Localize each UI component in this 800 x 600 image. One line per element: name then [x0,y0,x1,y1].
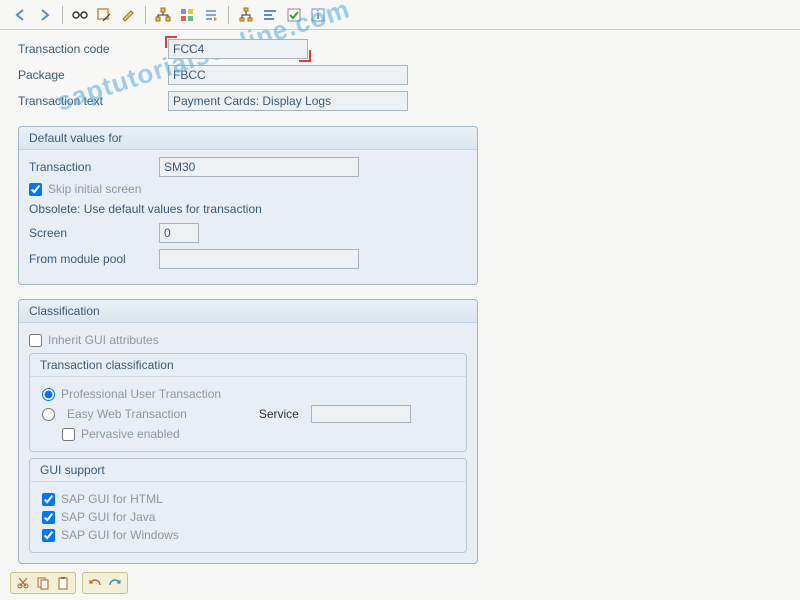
dv-transaction-input[interactable]: SM30 [159,157,359,177]
svg-text:i: i [316,8,319,22]
gui-java-checkbox[interactable] [42,511,55,524]
display-change-icon[interactable] [93,4,115,26]
service-label: Service [259,407,299,421]
transaction-classification-box: Transaction classification Professional … [29,353,467,452]
easy-web-label: Easy Web Transaction [67,407,187,421]
classification-group: Classification Inherit GUI attributes Tr… [18,299,478,564]
back-icon[interactable] [10,4,32,26]
where-used-icon[interactable] [152,4,174,26]
glasses-icon[interactable] [69,4,91,26]
bottom-toolbar [10,572,128,594]
screen-label: Screen [29,226,159,240]
gui-support-title: GUI support [30,459,466,482]
paste-icon[interactable] [54,575,72,591]
gui-windows-checkbox[interactable] [42,529,55,542]
pervasive-label: Pervasive enabled [81,427,180,441]
toolbar-separator [145,6,146,24]
skip-initial-label: Skip initial screen [48,182,141,196]
dv-transaction-label: Transaction [29,160,159,174]
gui-html-checkbox[interactable] [42,493,55,506]
easy-web-radio[interactable] [42,408,55,421]
default-values-group: Default values for Transaction SM30 Skip… [18,126,478,285]
skip-initial-checkbox[interactable] [29,183,42,196]
navigate-icon[interactable] [200,4,222,26]
default-values-title: Default values for [19,127,477,150]
inherit-label: Inherit GUI attributes [48,333,159,347]
pervasive-checkbox[interactable] [62,428,75,441]
module-pool-input[interactable] [159,249,359,269]
transaction-code-input[interactable]: FCC4 [168,39,308,59]
edit-icon[interactable] [117,4,139,26]
cut-icon[interactable] [14,575,32,591]
professional-label: Professional User Transaction [61,387,221,401]
align-icon[interactable] [259,4,281,26]
object-list-icon[interactable] [176,4,198,26]
gui-support-box: GUI support SAP GUI for HTML SAP GUI for… [29,458,467,553]
screen-input[interactable]: 0 [159,223,199,243]
gui-java-label: SAP GUI for Java [61,510,155,524]
check-icon[interactable] [283,4,305,26]
transaction-code-label: Transaction code [18,42,168,56]
trans-class-title: Transaction classification [30,354,466,377]
gui-html-label: SAP GUI for HTML [61,492,163,506]
inherit-checkbox[interactable] [29,334,42,347]
package-label: Package [18,68,168,82]
forward-icon[interactable] [34,4,56,26]
transaction-text-label: Transaction text [18,94,168,108]
classification-title: Classification [19,300,477,323]
toolbar-separator [62,6,63,24]
package-input[interactable]: FBCC [168,65,408,85]
redo-icon[interactable] [106,575,124,591]
gui-windows-label: SAP GUI for Windows [61,528,179,542]
info-icon[interactable]: i [307,4,329,26]
obsolete-text: Obsolete: Use default values for transac… [29,202,467,216]
professional-radio[interactable] [42,388,55,401]
undo-icon[interactable] [86,575,104,591]
main-toolbar: i [0,0,800,30]
service-input[interactable] [311,405,411,423]
hierarchy-icon[interactable] [235,4,257,26]
copy-icon[interactable] [34,575,52,591]
transaction-text-input[interactable]: Payment Cards: Display Logs [168,91,408,111]
module-pool-label: From module pool [29,252,159,266]
toolbar-separator [228,6,229,24]
